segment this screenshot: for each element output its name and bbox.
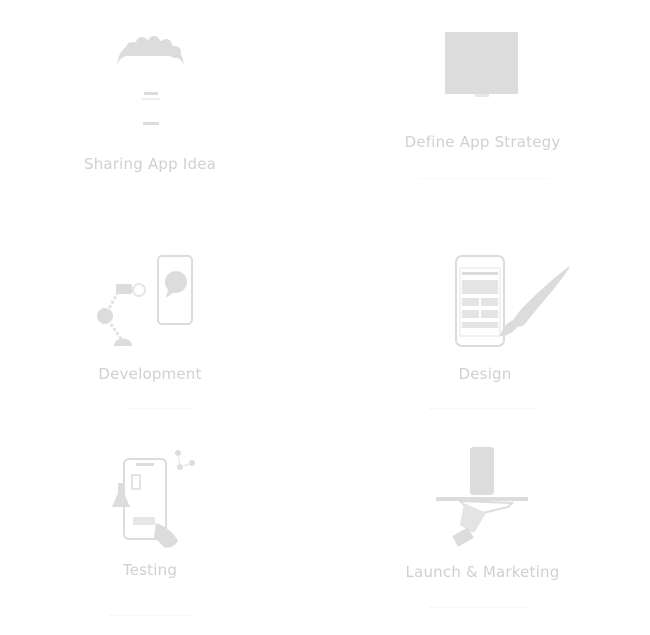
step-label: Testing (122, 561, 178, 579)
step-label: Launch & Marketing (405, 563, 560, 581)
step-sharing-app-idea: Sharing App Idea (70, 30, 230, 190)
faint-text (430, 408, 540, 411)
faint-text (110, 615, 190, 618)
phone-testing-icon (112, 450, 195, 548)
step-launch-marketing: Launch & Marketing (400, 445, 565, 625)
robot-arm-phone-icon (97, 255, 193, 346)
step-label: Sharing App Idea (84, 155, 216, 173)
faint-text (430, 607, 530, 610)
step-define-app-strategy: Define App Strategy (400, 30, 565, 200)
step-label: Design (458, 365, 512, 383)
step-label: Define App Strategy (404, 133, 561, 151)
lightbulb-icon (117, 36, 184, 125)
faint-text (130, 408, 190, 411)
phone-on-tray-icon (436, 447, 528, 547)
step-label: Development (98, 365, 202, 383)
step-development: Development (70, 250, 230, 415)
step-testing: Testing (70, 445, 230, 625)
faint-text (420, 178, 550, 181)
phone-paintbrush-icon (455, 255, 570, 347)
strategy-board-icon (445, 32, 518, 97)
step-design: Design (400, 250, 570, 415)
